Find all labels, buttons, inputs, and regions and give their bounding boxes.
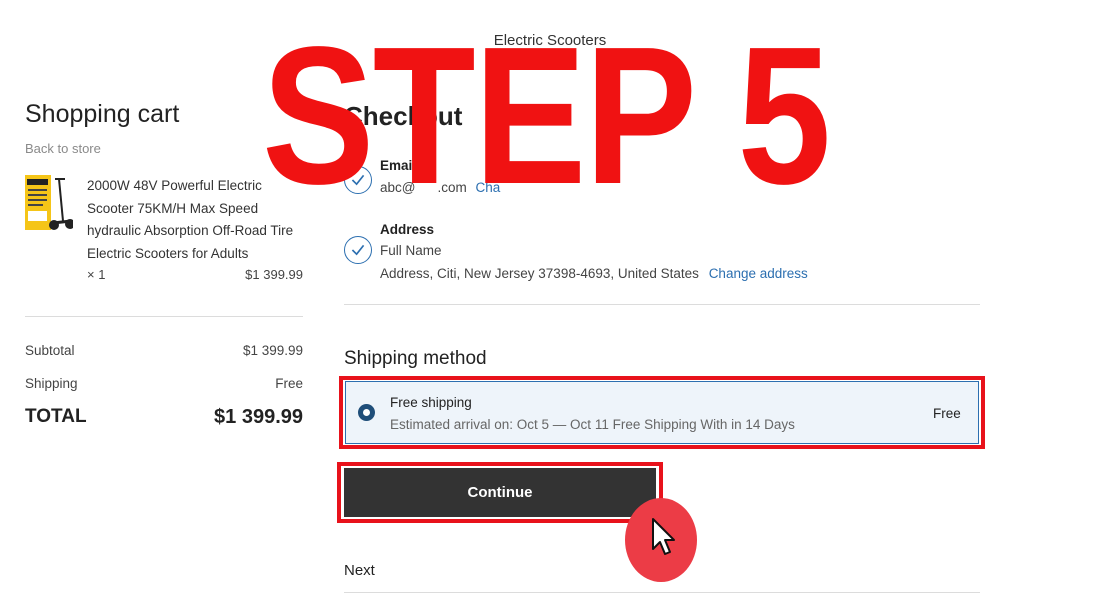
- radio-selected-icon[interactable]: [358, 404, 375, 421]
- total-label: TOTAL: [25, 406, 87, 427]
- address-row: Address, Citi, New Jersey 37398-4693, Un…: [380, 266, 808, 281]
- shipping-option-name: Free shipping: [390, 395, 472, 410]
- checkout-divider: [344, 304, 980, 305]
- shipping-label: Shipping: [25, 376, 78, 391]
- change-address-link[interactable]: Change address: [709, 266, 808, 281]
- cart-divider: [25, 316, 303, 317]
- step-overlay-text: STEP 5: [262, 6, 831, 225]
- total-row: TOTAL $1 399.99: [25, 406, 303, 428]
- shipping-option-free[interactable]: [345, 381, 979, 444]
- shipping-option-price: Free: [933, 406, 961, 421]
- shipping-row: Shipping Free: [25, 376, 303, 391]
- product-quantity: × 1: [87, 267, 106, 282]
- continue-button[interactable]: Continue: [344, 468, 656, 517]
- bottom-divider: [344, 592, 980, 593]
- shipping-value: Free: [275, 376, 303, 391]
- address-full-name: Full Name: [380, 243, 442, 258]
- total-value: $1 399.99: [214, 406, 303, 428]
- mouse-pointer-icon: [652, 518, 675, 555]
- product-price: $1 399.99: [245, 267, 303, 282]
- address-line: Address, Citi, New Jersey 37398-4693, Un…: [380, 266, 699, 281]
- subtotal-row: Subtotal $1 399.99: [25, 343, 303, 358]
- check-circle-icon: [344, 236, 372, 264]
- shipping-option-eta: Estimated arrival on: Oct 5 — Oct 11 Fre…: [390, 417, 795, 432]
- shipping-method-title: Shipping method: [344, 348, 487, 369]
- product-thumbnail: [25, 173, 73, 233]
- subtotal-label: Subtotal: [25, 343, 75, 358]
- subtotal-value: $1 399.99: [242, 343, 303, 358]
- next-step-label: Next: [344, 562, 375, 579]
